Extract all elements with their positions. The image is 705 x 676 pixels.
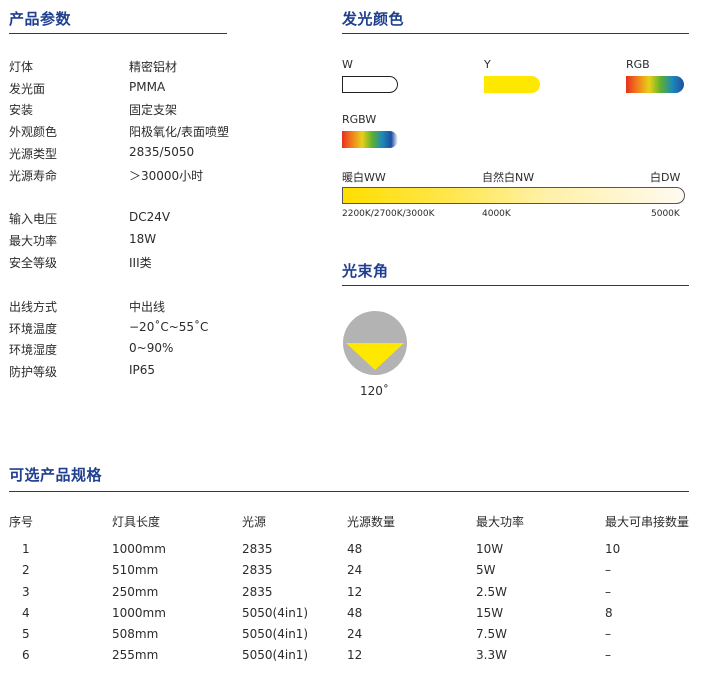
spec-key: 光源寿命	[9, 169, 58, 183]
cell-max-power: 5W	[476, 563, 496, 577]
light-color-title: 发光颜色	[342, 10, 405, 28]
cell-index: 2	[22, 563, 30, 577]
cell-source-count: 48	[347, 606, 363, 620]
spec-key: 外观颜色	[9, 125, 58, 139]
spec-value: DC24V	[129, 210, 171, 224]
cell-index: 4	[22, 606, 30, 620]
cct-label-nw: 自然白NW	[482, 171, 535, 184]
spec-key: 环境湿度	[9, 343, 58, 357]
optional-specs-title: 可选产品规格	[9, 466, 103, 484]
cell-max-power: 10W	[476, 542, 504, 556]
col-header-index: 序号	[9, 515, 34, 529]
cell-max-series: –	[605, 648, 611, 662]
cell-index: 5	[22, 627, 30, 641]
spec-value: 阳极氧化/表面喷塑	[129, 125, 230, 139]
spec-value: 18W	[129, 232, 157, 246]
spec-value: 固定支架	[129, 103, 178, 117]
spec-key: 环境温度	[9, 322, 58, 336]
cell-length: 1000mm	[112, 606, 166, 620]
cell-light-source: 2835	[242, 563, 273, 577]
beam-angle-value: 120˚	[360, 384, 389, 398]
spec-value: 2835/5050	[129, 145, 195, 159]
cell-max-power: 7.5W	[476, 627, 507, 641]
cct-label-dw: 白DW	[650, 171, 681, 184]
optional-specs-rule	[9, 491, 689, 492]
cell-source-count: 48	[347, 542, 363, 556]
cell-light-source: 2835	[242, 585, 273, 599]
cell-max-power: 15W	[476, 606, 504, 620]
spec-key: 最大功率	[9, 234, 58, 248]
cell-light-source: 5050(4in1)	[242, 627, 309, 641]
cell-max-power: 2.5W	[476, 585, 507, 599]
cell-length: 510mm	[112, 563, 159, 577]
spec-value: −20˚C~55˚C	[129, 320, 209, 334]
cell-length: 255mm	[112, 648, 159, 662]
cell-index: 3	[22, 585, 30, 599]
cell-max-series: –	[605, 585, 611, 599]
beam-angle-rule	[342, 285, 689, 286]
cct-gradient-bar	[342, 187, 685, 204]
col-header-source-count: 光源数量	[347, 515, 396, 529]
swatch-rgbw	[342, 131, 398, 148]
cell-length: 508mm	[112, 627, 159, 641]
spec-key: 输入电压	[9, 212, 58, 226]
cell-source-count: 12	[347, 585, 363, 599]
col-header-length: 灯具长度	[112, 515, 161, 529]
spec-value: III类	[129, 256, 152, 270]
cell-max-series: –	[605, 627, 611, 641]
cct-tick-nw: 4000K	[482, 209, 511, 219]
cell-light-source: 2835	[242, 542, 273, 556]
cct-label-ww: 暖白WW	[342, 171, 386, 184]
spec-value: 精密铝材	[129, 60, 178, 74]
spec-value: IP65	[129, 363, 156, 377]
cell-length: 1000mm	[112, 542, 166, 556]
cell-length: 250mm	[112, 585, 159, 599]
swatch-label-rgbw: RGBW	[342, 113, 377, 126]
spec-value: PMMA	[129, 80, 166, 94]
cct-tick-ww: 2200K/2700K/3000K	[342, 209, 435, 219]
cell-max-series: –	[605, 563, 611, 577]
swatch-label-y: Y	[484, 58, 491, 71]
beam-angle-title: 光束角	[342, 262, 389, 280]
swatch-label-rgb: RGB	[626, 58, 650, 71]
product-params-rule	[9, 33, 227, 34]
light-color-rule	[342, 33, 689, 34]
spec-value: ＞30000小时	[129, 169, 204, 183]
spec-key: 灯体	[9, 60, 34, 74]
spec-value: 0~90%	[129, 341, 174, 355]
spec-key: 出线方式	[9, 300, 58, 314]
cell-max-power: 3.3W	[476, 648, 507, 662]
cct-tick-dw: 5000K	[651, 209, 680, 219]
product-params-title: 产品参数	[9, 10, 72, 28]
cell-max-series: 10	[605, 542, 621, 556]
cell-source-count: 24	[347, 627, 363, 641]
beam-angle-diagram	[343, 311, 407, 375]
cell-light-source: 5050(4in1)	[242, 648, 309, 662]
swatch-w	[342, 76, 398, 93]
cell-index: 1	[22, 542, 30, 556]
spec-key: 光源类型	[9, 147, 58, 161]
col-header-max-series: 最大可串接数量	[605, 515, 690, 529]
spec-key: 防护等级	[9, 365, 58, 379]
spec-key: 安装	[9, 103, 34, 117]
cell-source-count: 12	[347, 648, 363, 662]
col-header-max-power: 最大功率	[476, 515, 525, 529]
cell-index: 6	[22, 648, 30, 662]
cell-max-series: 8	[605, 606, 613, 620]
spec-key: 安全等级	[9, 256, 58, 270]
swatch-label-w: W	[342, 58, 353, 71]
swatch-y	[484, 76, 540, 93]
cell-light-source: 5050(4in1)	[242, 606, 309, 620]
col-header-light-source: 光源	[242, 515, 267, 529]
cell-source-count: 24	[347, 563, 363, 577]
spec-value: 中出线	[129, 300, 166, 314]
swatch-rgb	[626, 76, 684, 93]
spec-key: 发光面	[9, 82, 46, 96]
